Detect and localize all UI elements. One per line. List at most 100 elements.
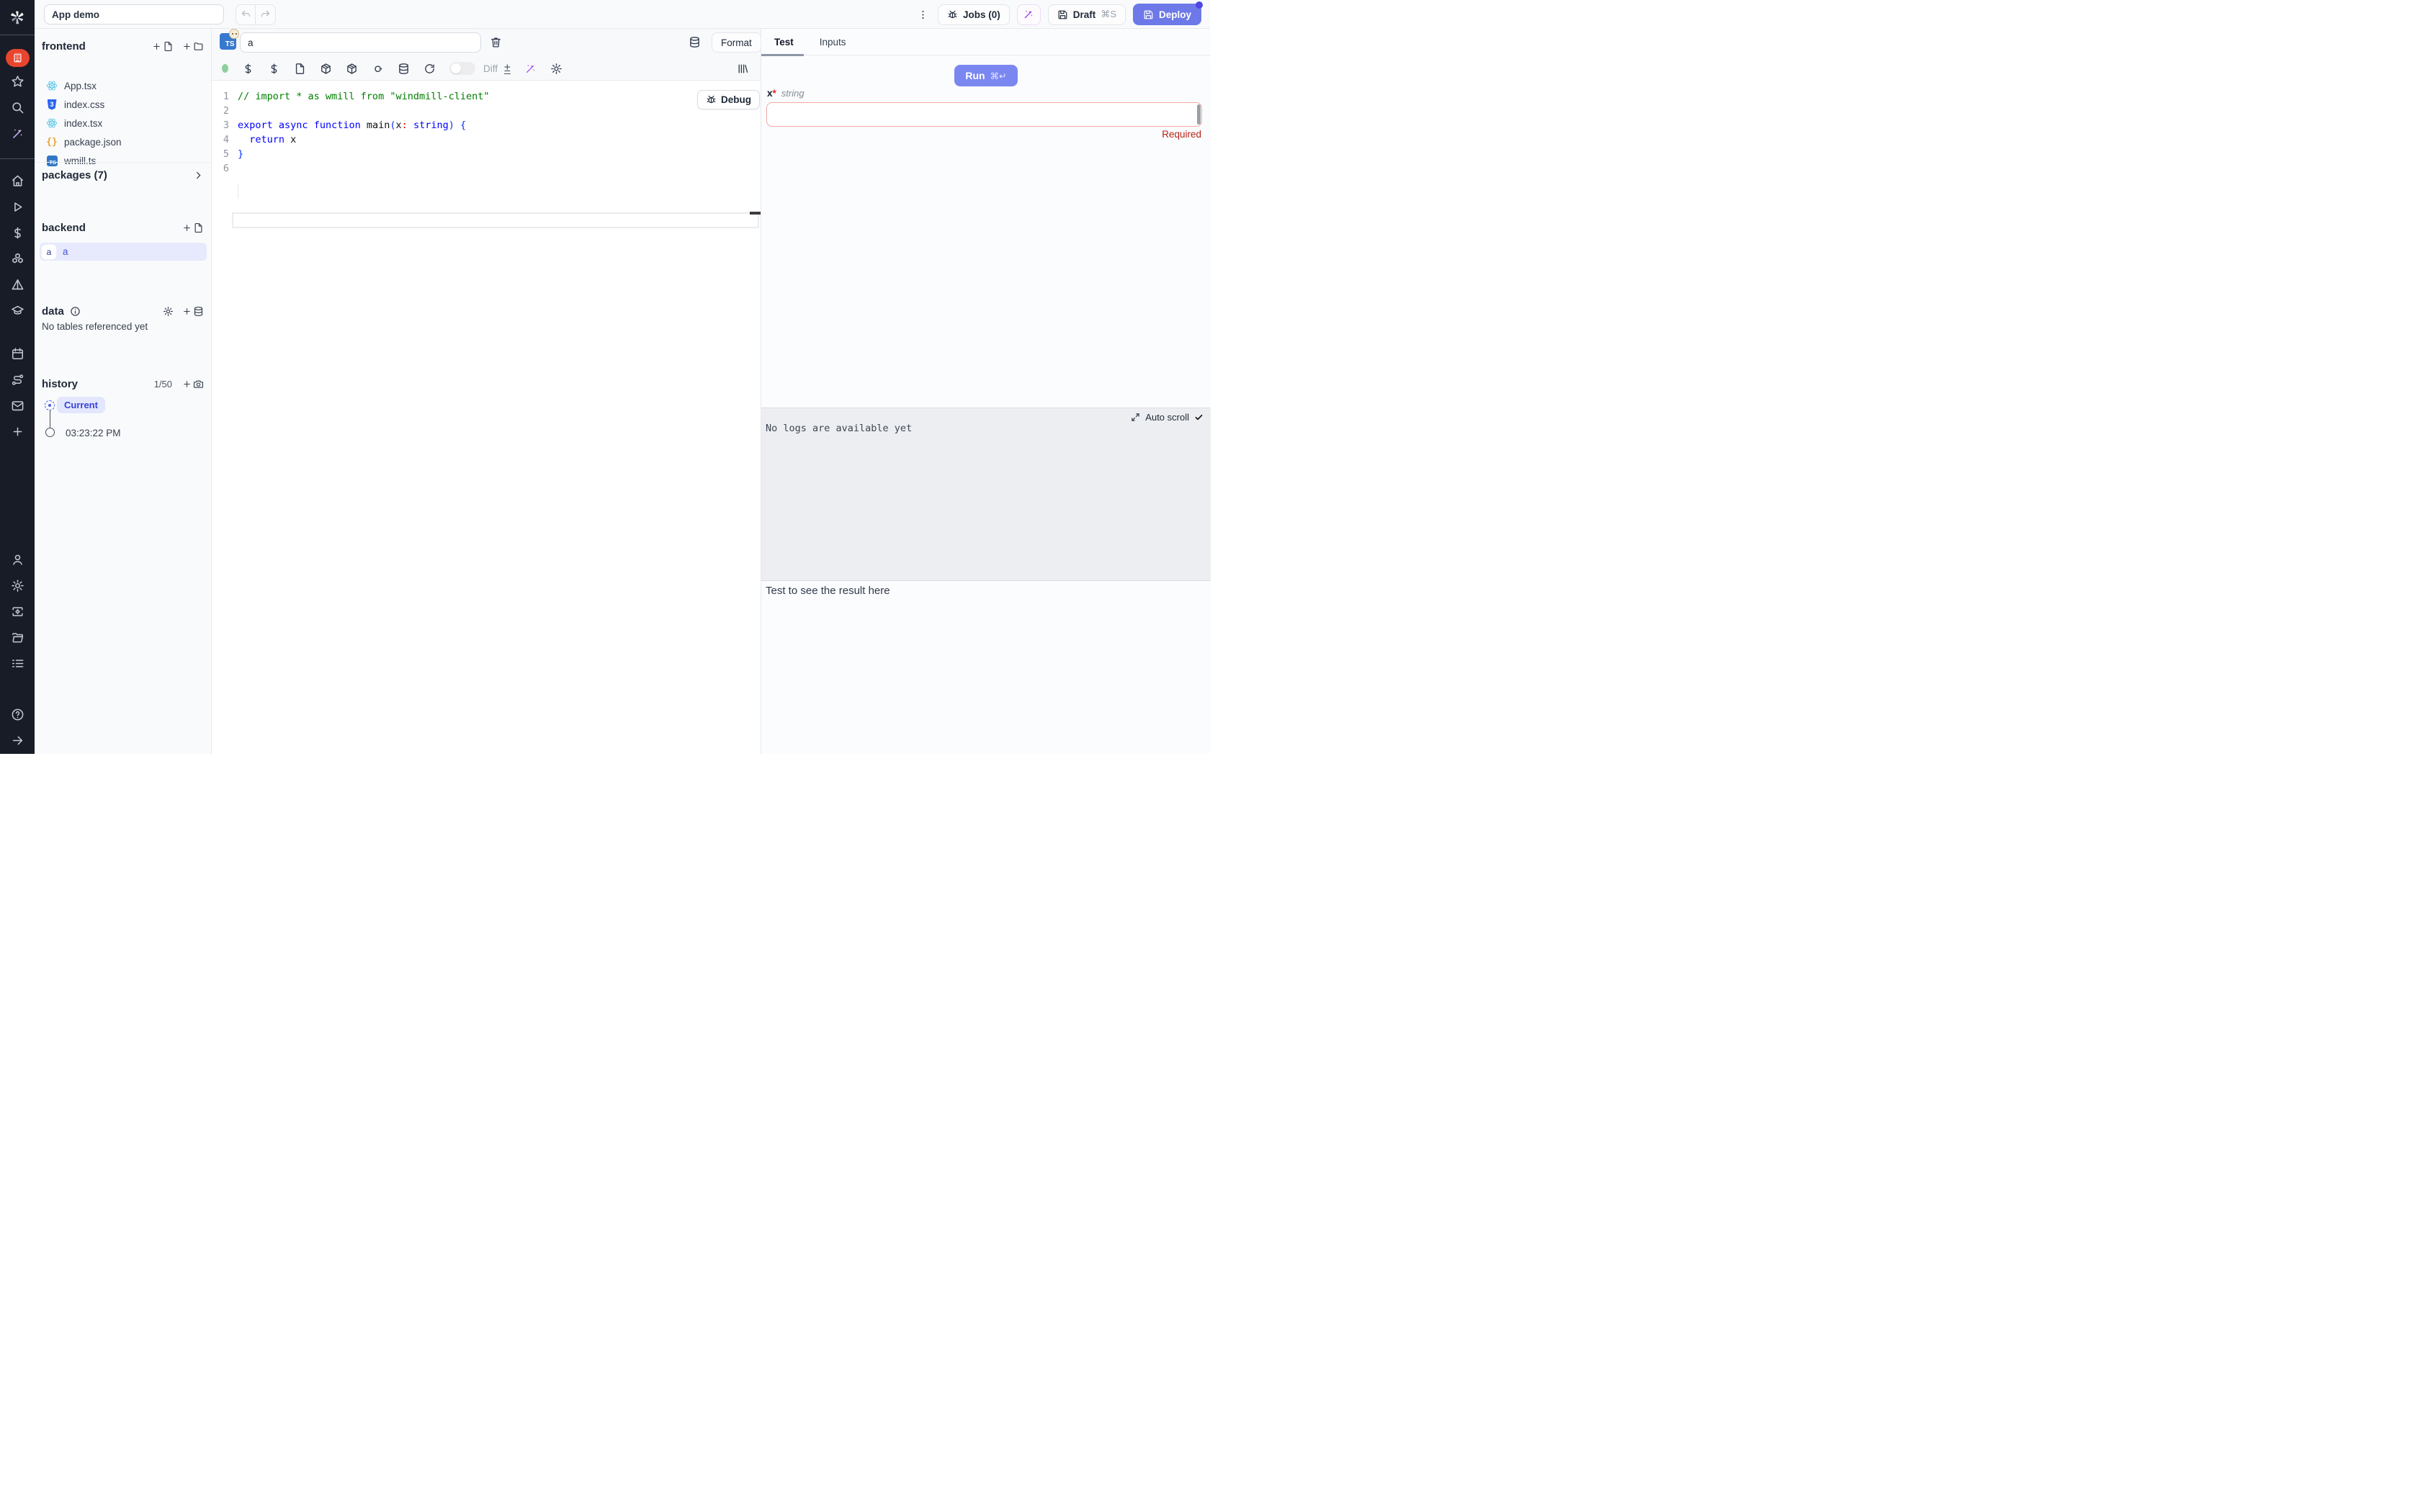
database-toolbar-button-7[interactable] <box>398 63 410 75</box>
library-icon <box>737 63 749 75</box>
redo-button[interactable] <box>256 5 275 24</box>
draft-button[interactable]: Draft ⌘S <box>1048 4 1126 25</box>
code-editor[interactable]: 1// import * as wmill from "windmill-cli… <box>212 81 761 754</box>
take-snapshot-button[interactable] <box>182 379 204 390</box>
rail-item-favorites[interactable] <box>0 71 35 96</box>
rail-item-schedules[interactable] <box>0 343 35 369</box>
rail-item-resources[interactable] <box>0 248 35 274</box>
code-line-3: 3export async function main(x: string) { <box>212 118 761 132</box>
format-button[interactable]: Format <box>712 32 761 53</box>
chevron-right-icon[interactable] <box>193 170 204 181</box>
ai-assistant-button[interactable] <box>1017 4 1041 25</box>
dollar-toolbar-button-1[interactable] <box>242 63 254 75</box>
status-dot-icon <box>222 64 228 73</box>
library-button[interactable] <box>737 63 749 75</box>
tab-test[interactable]: Test <box>761 29 807 55</box>
db-schema-button[interactable] <box>689 36 701 48</box>
package-toolbar-button-4[interactable] <box>320 63 332 75</box>
test-runner-panel: TestInputs Run ⌘↵ x*string Required Auto… <box>761 29 1210 754</box>
backend-title: backend <box>42 222 86 234</box>
script-name-input[interactable] <box>240 32 481 53</box>
rail-item-apps[interactable] <box>0 45 35 71</box>
rail-item-workers[interactable] <box>0 600 35 626</box>
line-number: 5 <box>212 147 229 161</box>
deploy-button[interactable]: Deploy <box>1133 4 1201 25</box>
autoscroll-toggle[interactable]: Auto scroll <box>1145 412 1189 423</box>
file-row-package.json[interactable]: {}package.json <box>43 132 205 151</box>
hook-toolbar-button-6[interactable] <box>372 63 384 75</box>
rail-item-create[interactable] <box>0 420 35 446</box>
rail-item-triggers[interactable] <box>0 274 35 300</box>
list-icon <box>11 657 24 670</box>
arrow-right-icon <box>11 734 24 747</box>
jobs-button[interactable]: Jobs (0) <box>938 4 1010 25</box>
code-line-6: 6 <box>212 161 761 176</box>
code-line-text <box>229 161 238 176</box>
history-current-entry[interactable]: Current <box>57 397 105 413</box>
diff-plusminus-button[interactable]: ± <box>504 63 511 74</box>
file-row-App.tsx[interactable]: App.tsx <box>43 76 205 95</box>
add-file-button[interactable] <box>152 41 174 52</box>
refresh-toolbar-button-8[interactable] <box>424 63 436 75</box>
route-icon <box>11 373 24 387</box>
history-section-header: history 1/50 <box>42 376 204 392</box>
star-icon <box>11 75 24 89</box>
rail-item-settings[interactable] <box>0 575 35 600</box>
packages-section-header[interactable]: packages (7) <box>42 167 204 183</box>
rail-item-messages[interactable] <box>0 395 35 420</box>
package-icon <box>320 63 332 75</box>
kebab-icon <box>917 9 929 21</box>
undo-button[interactable] <box>236 5 256 24</box>
rail-item-account[interactable] <box>0 549 35 575</box>
debug-label: Debug <box>721 94 751 105</box>
file-row-index.tsx[interactable]: index.tsx <box>43 114 205 132</box>
rail-item-expand-menu[interactable] <box>0 729 35 755</box>
building-icon <box>12 53 23 63</box>
windmill-logo-icon[interactable] <box>0 6 35 29</box>
rail-item-audit-logs[interactable] <box>0 652 35 678</box>
expand-logs-button[interactable] <box>1131 413 1140 422</box>
rail-item-search[interactable] <box>0 96 35 122</box>
backend-item-a[interactable]: a a <box>40 243 207 261</box>
run-button[interactable]: Run ⌘↵ <box>954 65 1018 86</box>
add-folder-button[interactable] <box>182 41 204 52</box>
draft-shortcut: ⌘S <box>1101 9 1116 20</box>
tab-inputs[interactable]: Inputs <box>807 29 859 55</box>
debug-button[interactable]: Debug <box>697 90 760 109</box>
frontend-title: frontend <box>42 40 86 53</box>
play-icon <box>11 200 24 214</box>
add-backend-script-button[interactable] <box>182 222 204 233</box>
prism-icon <box>11 278 24 292</box>
diff-toggle[interactable] <box>449 62 475 75</box>
editor-settings-button[interactable] <box>550 63 563 75</box>
jobs-label: Jobs (0) <box>963 9 1000 20</box>
more-menu-button[interactable] <box>915 4 931 24</box>
frontend-file-list: App.tsx3index.cssindex.tsx{}package.json… <box>43 76 205 170</box>
rail-item-variables[interactable] <box>0 222 35 248</box>
rail-item-learn[interactable] <box>0 300 35 325</box>
file-toolbar-button-3[interactable] <box>294 63 306 75</box>
ai-edit-button[interactable] <box>524 63 537 75</box>
rail-item-ai[interactable] <box>0 122 35 148</box>
rail-item-flows[interactable] <box>0 369 35 395</box>
delete-script-button[interactable] <box>490 36 502 48</box>
rail-item-home[interactable] <box>0 170 35 196</box>
package-toolbar-button-5[interactable] <box>346 63 358 75</box>
history-entry-time[interactable]: 03:23:22 PM <box>66 428 121 438</box>
arg-x-input[interactable] <box>766 102 1202 127</box>
history-counter: 1/50 <box>154 379 172 390</box>
app-name-input[interactable] <box>44 4 224 24</box>
rail-item-folders[interactable] <box>0 626 35 652</box>
data-section-header: data <box>42 303 204 319</box>
rail-item-help[interactable] <box>0 703 35 729</box>
line-number: 3 <box>212 118 229 132</box>
file-row-index.css[interactable]: 3index.css <box>43 95 205 114</box>
runner-tabs: TestInputs <box>761 29 1211 55</box>
dollar-icon <box>242 63 254 75</box>
add-table-button[interactable] <box>182 306 204 317</box>
section-divider <box>35 162 211 163</box>
dollar-toolbar-button-2[interactable] <box>268 63 280 75</box>
data-settings-button[interactable] <box>163 306 174 317</box>
rail-item-runs[interactable] <box>0 196 35 222</box>
info-icon[interactable] <box>70 306 81 317</box>
